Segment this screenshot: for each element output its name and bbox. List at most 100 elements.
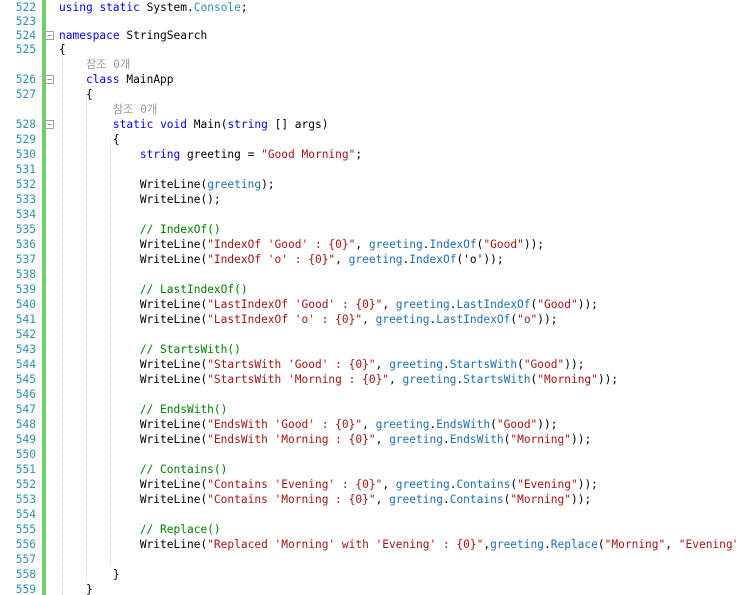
line-number: 538 — [15, 268, 36, 281]
line-number: 529 — [15, 133, 36, 146]
code-line: 546 — [16, 387, 736, 402]
codelens-reference-count[interactable]: 참조 0개 — [46, 102, 736, 117]
code-text: namespace StringSearch — [59, 29, 208, 42]
line-number: 556 — [15, 538, 36, 551]
code-text: WriteLine("EndsWith 'Morning : {0}", gre… — [59, 433, 592, 446]
code-text: using static System.Console; — [59, 1, 248, 14]
line-number: 547 — [15, 403, 36, 416]
line-number: 530 — [15, 148, 36, 161]
line-number: 552 — [15, 478, 36, 491]
code-editor[interactable]: 522 using static System.Console; 523 524− na… — [0, 0, 736, 595]
code-text: WriteLine("StartsWith 'Morning : {0}", g… — [59, 373, 619, 386]
code-text: WriteLine("Contains 'Evening' : {0}", gr… — [59, 478, 598, 491]
code-text: { — [59, 43, 66, 56]
code-line: 547 // EndsWith() — [16, 402, 736, 417]
code-line: 552 WriteLine("Contains 'Evening' : {0}"… — [16, 477, 736, 492]
code-text: WriteLine("Contains 'Morning : {0}", gre… — [59, 493, 592, 506]
code-line: 540 WriteLine("LastIndexOf 'Good' : {0}"… — [16, 297, 736, 312]
line-number: 551 — [15, 463, 36, 476]
line-number: 532 — [15, 178, 36, 191]
line-number: 545 — [15, 373, 36, 386]
code-line: 557 — [16, 552, 736, 567]
code-line: 522 using static System.Console; — [16, 0, 736, 15]
line-number: 534 — [15, 208, 36, 221]
code-line: 544 WriteLine("StartsWith 'Good' : {0}",… — [16, 357, 736, 372]
line-number: 549 — [15, 433, 36, 446]
line-number: 526 — [15, 73, 36, 86]
code-text: string greeting = "Good Morning"; — [139, 148, 363, 161]
code-line: 528− static void Main(string [] args) — [16, 117, 736, 132]
line-number: 527 — [15, 88, 36, 101]
code-text: class MainApp — [85, 73, 174, 86]
code-line: 553 WriteLine("Contains 'Morning : {0}",… — [16, 492, 736, 507]
code-line: 559 } — [16, 582, 736, 595]
code-text: WriteLine("EndsWith 'Good' : {0}", greet… — [59, 418, 558, 431]
line-number: 523 — [15, 15, 36, 28]
line-number: 546 — [15, 388, 36, 401]
collapse-region-icon[interactable]: − — [45, 75, 54, 84]
collapse-region-icon[interactable]: − — [45, 31, 54, 40]
code-text: // LastIndexOf() — [59, 283, 248, 296]
code-line: 531 — [16, 162, 736, 177]
line-number: 531 — [15, 163, 36, 176]
line-number: 543 — [15, 343, 36, 356]
line-number: 525 — [15, 43, 36, 56]
line-number: 559 — [15, 583, 36, 595]
line-number: 557 — [15, 553, 36, 566]
code-line: 536 WriteLine("IndexOf 'Good' : {0}", gr… — [16, 237, 736, 252]
code-line: 523 — [16, 14, 736, 29]
code-line: 534 — [16, 207, 736, 222]
code-text: WriteLine("IndexOf 'o' : {0}", greeting.… — [59, 253, 504, 266]
code-text: WriteLine(); — [59, 193, 221, 206]
line-number: 541 — [15, 313, 36, 326]
code-line: 554 — [16, 507, 736, 522]
code-line: 551 // Contains() — [16, 462, 736, 477]
line-number: 536 — [15, 238, 36, 251]
code-line: 556 WriteLine("Replaced 'Morning' with '… — [16, 537, 736, 552]
line-number: 535 — [15, 223, 36, 236]
code-line: 543 // StartsWith() — [16, 342, 736, 357]
line-number: 540 — [15, 298, 36, 311]
code-line: 538 — [16, 267, 736, 282]
code-line: 530 string greeting = "Good Morning"; — [16, 147, 736, 162]
code-text: // EndsWith() — [59, 403, 228, 416]
code-text: WriteLine("IndexOf 'Good' : {0}", greeti… — [59, 238, 545, 251]
code-line: 555 // Replace() — [16, 522, 736, 537]
line-number: 522 — [15, 1, 36, 14]
line-number: 550 — [15, 448, 36, 461]
code-line: 539 // LastIndexOf() — [16, 282, 736, 297]
code-text: } — [59, 568, 120, 581]
code-line: 526− class MainApp — [16, 72, 736, 87]
code-line: 524− namespace StringSearch — [16, 28, 736, 43]
code-text: { — [59, 133, 120, 146]
code-text: // Replace() — [59, 523, 221, 536]
line-number: 542 — [15, 328, 36, 341]
code-text: WriteLine("LastIndexOf 'Good' : {0}", gr… — [59, 298, 598, 311]
code-line: 529 { — [16, 132, 736, 147]
code-line: 533 WriteLine(); — [16, 192, 736, 207]
codelens-reference-count[interactable]: 참조 0개 — [46, 57, 736, 72]
code-text: // StartsWith() — [59, 343, 241, 356]
line-number: 537 — [15, 253, 36, 266]
line-number: 528 — [15, 118, 36, 131]
line-number: 548 — [15, 418, 36, 431]
code-line: 548 WriteLine("EndsWith 'Good' : {0}", g… — [16, 417, 736, 432]
line-number: 544 — [15, 358, 36, 371]
code-line: 549 WriteLine("EndsWith 'Morning : {0}",… — [16, 432, 736, 447]
code-line: 545 WriteLine("StartsWith 'Morning : {0}… — [16, 372, 736, 387]
line-number: 539 — [15, 283, 36, 296]
code-line: 525 { — [16, 42, 736, 57]
code-text: WriteLine("StartsWith 'Good' : {0}", gre… — [59, 358, 585, 371]
collapse-region-icon[interactable]: − — [45, 120, 54, 129]
code-line: 532 WriteLine(greeting); — [16, 177, 736, 192]
code-text: // IndexOf() — [59, 223, 221, 236]
code-text: } — [59, 583, 93, 595]
line-number: 553 — [15, 493, 36, 506]
code-text: // Contains() — [59, 463, 228, 476]
code-text: WriteLine(greeting); — [59, 178, 275, 191]
code-text: WriteLine("LastIndexOf 'o' : {0}", greet… — [59, 313, 558, 326]
code-text: { — [59, 88, 93, 101]
code-text: WriteLine("Replaced 'Morning' with 'Even… — [59, 538, 736, 551]
line-number: 558 — [15, 568, 36, 581]
line-number: 524 — [15, 29, 36, 42]
